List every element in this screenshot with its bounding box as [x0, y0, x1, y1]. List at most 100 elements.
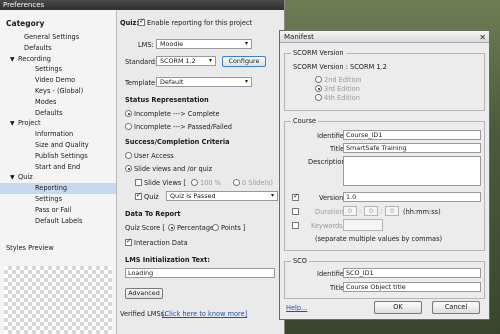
- category-item[interactable]: Settings: [0, 64, 116, 75]
- course-title-input[interactable]: SmartSafe Training: [343, 143, 481, 153]
- status-heading: Status Representation: [125, 96, 209, 104]
- criteria-heading: Success/Completion Criteria: [125, 138, 230, 146]
- checkbox-icon[interactable]: [125, 237, 132, 246]
- category-item[interactable]: Information: [0, 129, 116, 140]
- keywords-label: Keywords:: [311, 222, 345, 230]
- close-icon[interactable]: ✕: [479, 32, 486, 44]
- keywords-checkbox[interactable]: [292, 222, 301, 230]
- quiz-criteria-select[interactable]: Quiz is Passed: [166, 191, 278, 201]
- duration-hours: 0: [343, 206, 357, 216]
- category-panel: Category General Settings Defaults ▼ Record…: [0, 10, 117, 334]
- checkbox-icon[interactable]: [138, 17, 145, 26]
- category-item[interactable]: Start and End: [0, 162, 116, 173]
- category-item-label: Reporting: [35, 184, 68, 193]
- category-item[interactable]: Reporting: [0, 183, 116, 194]
- expand-arrow-icon[interactable]: ▼: [10, 55, 18, 66]
- scorm-version-group-title: SCORM Version: [291, 49, 346, 57]
- category-item[interactable]: ▼ Quiz: [0, 172, 116, 183]
- ok-button[interactable]: OK: [374, 301, 422, 314]
- category-item[interactable]: Size and Quality: [0, 140, 116, 151]
- manifest-dialog: Manifest ✕ SCORM Version SCORM Version :…: [279, 30, 490, 320]
- slide-views-checkbox[interactable]: Slide Views [: [135, 179, 186, 187]
- quiz-label: Quiz:: [120, 19, 140, 27]
- radio-icon[interactable]: [212, 224, 219, 231]
- lms-select[interactable]: Moodle: [156, 39, 252, 49]
- category-item-label: Pass or Fail: [35, 205, 72, 214]
- points-radio[interactable]: Points ]: [212, 224, 245, 232]
- checkbox-icon[interactable]: [135, 191, 142, 200]
- sco-title-input[interactable]: Course Object title: [343, 282, 481, 292]
- styles-preview-canvas: [4, 266, 112, 334]
- configure-button[interactable]: Configure: [222, 56, 266, 67]
- styles-preview-label: Styles Preview: [6, 244, 54, 252]
- checkbox-icon[interactable]: [292, 208, 299, 215]
- duration-sep-1: :: [359, 207, 362, 215]
- category-item-label: Modes: [35, 97, 57, 106]
- status-incomplete-complete-radio[interactable]: Incomplete ---> Complete: [125, 110, 220, 118]
- radio-icon: [191, 179, 198, 186]
- help-link[interactable]: Help...: [286, 304, 307, 312]
- version-checkbox[interactable]: [292, 192, 301, 202]
- course-identifier-input[interactable]: Course_ID1: [343, 130, 481, 140]
- category-item-label: Information: [35, 130, 74, 139]
- keywords-input: [343, 219, 383, 231]
- category-item[interactable]: Default Labels: [0, 216, 116, 227]
- category-item-label: Start and End: [35, 162, 81, 171]
- duration-format: (hh:mm:ss): [403, 208, 441, 216]
- lms-init-input[interactable]: Loading: [125, 268, 275, 278]
- verified-lms-link[interactable]: [Click here to know more]: [162, 310, 247, 318]
- category-item[interactable]: Defaults: [0, 43, 116, 54]
- category-item[interactable]: Publish Settings: [0, 151, 116, 162]
- category-item-label: Keys - (Global): [35, 86, 84, 95]
- category-item[interactable]: Keys - (Global): [0, 86, 116, 97]
- radio-icon[interactable]: [168, 224, 175, 231]
- sco-identifier-input[interactable]: SCO_ID1: [343, 268, 481, 278]
- category-item[interactable]: Pass or Fail: [0, 205, 116, 216]
- template-select[interactable]: Default: [156, 77, 252, 87]
- duration-checkbox[interactable]: [292, 208, 301, 216]
- radio-icon[interactable]: [125, 152, 132, 159]
- user-access-radio[interactable]: User Access: [125, 152, 174, 160]
- lms-init-heading: LMS Initialization Text:: [125, 256, 210, 264]
- quiz-criteria-checkbox[interactable]: Quiz: [135, 191, 159, 201]
- category-item[interactable]: ▼ Project: [0, 118, 116, 129]
- category-item[interactable]: Settings: [0, 194, 116, 205]
- slide-views-quiz-radio[interactable]: Slide views and /or quiz: [125, 165, 212, 173]
- version-input[interactable]: 1.0: [343, 192, 481, 202]
- expand-arrow-icon[interactable]: ▼: [10, 119, 18, 130]
- category-item[interactable]: ▼ Recording: [0, 54, 116, 65]
- category-item[interactable]: Video Demo: [0, 75, 116, 86]
- category-item-label: Settings: [35, 65, 63, 74]
- status-passed-failed-radio[interactable]: Incomplete ---> Passed/Failed: [125, 123, 232, 131]
- data-to-report-heading: Data To Report: [125, 210, 181, 218]
- scorm-version-group: SCORM Version SCORM Version : SCORM 1.2 …: [284, 49, 485, 111]
- advanced-button[interactable]: Advanced: [125, 288, 163, 299]
- course-description-label: Description:: [308, 158, 348, 166]
- checkbox-icon[interactable]: [292, 192, 299, 201]
- checkbox-icon[interactable]: [292, 222, 299, 229]
- category-item[interactable]: General Settings: [0, 32, 116, 43]
- radio-icon: [315, 76, 322, 83]
- cancel-button[interactable]: Cancel: [432, 301, 480, 314]
- standard-select[interactable]: SCORM 1.2: [156, 56, 216, 66]
- keywords-note: (separate multiple values by commas): [315, 235, 443, 243]
- edition-2-radio: 2nd Edition: [315, 76, 361, 84]
- reporting-panel: Quiz: Enable reporting for this project …: [118, 10, 285, 334]
- radio-icon: [233, 179, 240, 186]
- preferences-window: Preferences Category General Settings Def…: [0, 0, 285, 334]
- category-item[interactable]: Defaults: [0, 108, 116, 119]
- expand-arrow-icon[interactable]: ▼: [10, 173, 18, 184]
- duration-label: Duration:: [315, 208, 346, 216]
- category-item[interactable]: Modes: [0, 97, 116, 108]
- course-description-input[interactable]: [343, 156, 481, 186]
- radio-icon[interactable]: [125, 110, 132, 117]
- percentage-radio[interactable]: Percentage: [168, 224, 214, 232]
- interaction-data-checkbox[interactable]: Interaction Data: [125, 237, 188, 247]
- radio-icon[interactable]: [125, 165, 132, 172]
- template-label: Template:: [125, 79, 158, 87]
- enable-reporting-checkbox[interactable]: Enable reporting for this project: [138, 17, 252, 27]
- window-title: Preferences: [0, 0, 284, 10]
- radio-icon: [315, 94, 322, 101]
- radio-icon[interactable]: [125, 123, 132, 130]
- checkbox-icon[interactable]: [135, 179, 142, 186]
